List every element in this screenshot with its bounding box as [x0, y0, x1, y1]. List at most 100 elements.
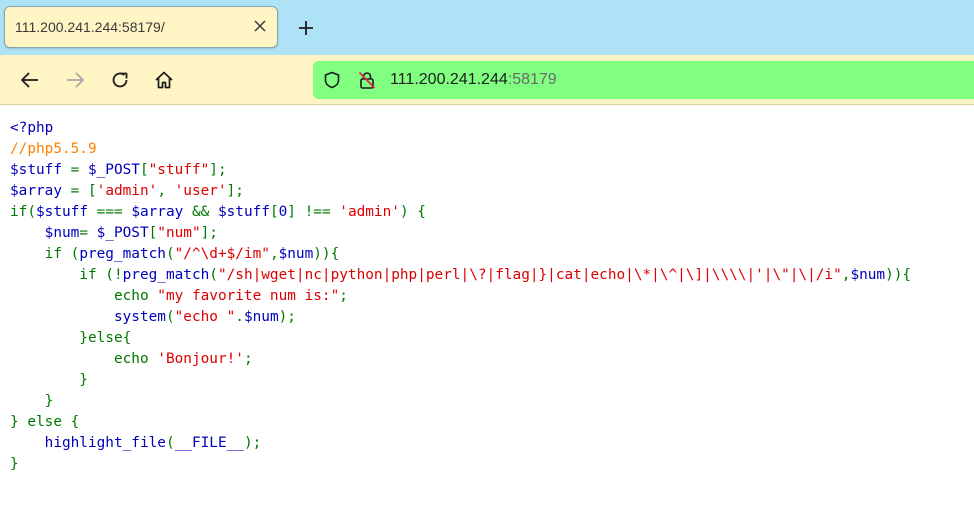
code-token: ,	[269, 246, 279, 262]
code-token: .	[235, 309, 244, 325]
code-token: 0	[278, 204, 288, 220]
code-token: (	[165, 246, 175, 262]
code-line: if($stuff === $array && $stuff[0] !== 'a…	[10, 202, 911, 223]
code-line: echo "my favorite num is:";	[10, 286, 911, 307]
code-token: ===	[96, 204, 132, 220]
code-line: highlight_file(__FILE__);	[10, 433, 911, 454]
code-token: 'admin'	[339, 204, 400, 220]
code-token: echo	[10, 288, 158, 304]
code-token: =	[79, 225, 97, 241]
php-source-code: <?php//php5.5.9 $stuff = $_POST["stuff"];…	[10, 118, 911, 475]
code-token: $num	[278, 246, 314, 262]
code-token: preg_match	[122, 267, 210, 283]
code-token: )){	[313, 246, 340, 262]
navigation-toolbar: 111.200.241.244:58179	[0, 55, 974, 105]
code-line: system("echo ".$num);	[10, 307, 911, 328]
code-token: preg_match	[79, 246, 166, 262]
insecure-lock-icon[interactable]	[357, 70, 377, 90]
code-token: ];	[209, 162, 227, 178]
code-line: } else {	[10, 412, 911, 433]
code-token: $_POST	[87, 162, 140, 178]
code-token: system	[113, 309, 166, 325]
code-line: //php5.5.9	[10, 139, 911, 160]
code-token: ) {	[399, 204, 426, 220]
code-token: ;	[339, 288, 348, 304]
code-token: __FILE__	[174, 435, 244, 451]
code-token: $num	[243, 309, 279, 325]
code-token: $stuff	[217, 204, 270, 220]
code-token: highlight_file	[44, 435, 166, 451]
code-token: echo	[10, 351, 158, 367]
forward-arrow-icon[interactable]	[63, 68, 87, 92]
code-token: = [	[70, 183, 97, 199]
code-token: if (!	[10, 267, 123, 283]
close-icon[interactable]	[251, 17, 269, 35]
address-bar[interactable]: 111.200.241.244:58179	[313, 61, 974, 99]
code-token: }	[10, 372, 88, 388]
code-token: ,	[157, 183, 175, 199]
code-token: ;	[243, 351, 253, 367]
code-line: }	[10, 454, 911, 475]
code-token: "my favorite num is:"	[157, 288, 340, 304]
code-token: "/^\d+$/im"	[174, 246, 270, 262]
code-line: $array = ['admin', 'user'];	[10, 181, 911, 202]
plus-icon[interactable]	[294, 16, 318, 40]
code-token: 'user'	[174, 183, 227, 199]
code-line: <?php	[10, 118, 911, 139]
code-token: ];	[200, 225, 218, 241]
code-token: (	[165, 435, 175, 451]
code-line: if (preg_match("/^\d+$/im",$num)){	[10, 244, 911, 265]
code-token: "echo "	[174, 309, 236, 325]
code-token: } else {	[10, 414, 80, 430]
tab-strip: 111.200.241.244:58179/	[0, 0, 974, 55]
code-token: 'Bonjour!'	[157, 351, 244, 367]
code-token: 'admin'	[96, 183, 158, 199]
url-port: :58179	[507, 71, 557, 88]
home-icon[interactable]	[152, 68, 176, 92]
code-token: }	[10, 456, 19, 472]
code-line: echo 'Bonjour!';	[10, 349, 911, 370]
code-line: $stuff = $_POST["stuff"];	[10, 160, 911, 181]
code-token: (	[209, 267, 218, 283]
code-token: $stuff	[36, 204, 97, 220]
code-token: $array	[131, 204, 192, 220]
code-line: }	[10, 391, 911, 412]
code-token: [	[269, 204, 279, 220]
code-token: "num"	[157, 225, 201, 241]
tab-title: 111.200.241.244:58179/	[15, 19, 165, 35]
tab-active[interactable]: 111.200.241.244:58179/	[4, 6, 278, 48]
code-line: }else{	[10, 328, 911, 349]
code-token: <?php	[10, 120, 54, 136]
code-token: if (	[10, 246, 80, 262]
code-token: $num	[44, 225, 80, 241]
code-token: $stuff	[10, 162, 71, 178]
code-token: ];	[226, 183, 244, 199]
reload-icon[interactable]	[108, 68, 132, 92]
code-token: $num	[850, 267, 886, 283]
code-line: }	[10, 370, 911, 391]
code-token: (	[165, 309, 175, 325]
code-token: [	[139, 162, 149, 178]
code-token: &&	[191, 204, 218, 220]
code-token: )){	[885, 267, 912, 283]
code-token: ] !==	[287, 204, 340, 220]
code-token: );	[278, 309, 296, 325]
code-token: }else{	[10, 330, 132, 346]
code-token: );	[243, 435, 262, 451]
code-token: [	[148, 225, 158, 241]
code-token: if(	[10, 204, 36, 220]
code-token: }	[10, 393, 54, 409]
code-token: "stuff"	[148, 162, 210, 178]
code-token: $_POST	[96, 225, 149, 241]
url-host: 111.200.241.244	[390, 71, 508, 88]
code-token: $array	[10, 183, 71, 199]
url-text[interactable]: 111.200.241.244:58179	[390, 71, 557, 89]
code-line: $num= $_POST["num"];	[10, 223, 911, 244]
back-arrow-icon[interactable]	[18, 68, 42, 92]
code-line: if (!preg_match("/sh|wget|nc|python|php|…	[10, 265, 911, 286]
shield-icon[interactable]	[322, 70, 342, 90]
code-token: //php5.5.9	[10, 141, 97, 157]
